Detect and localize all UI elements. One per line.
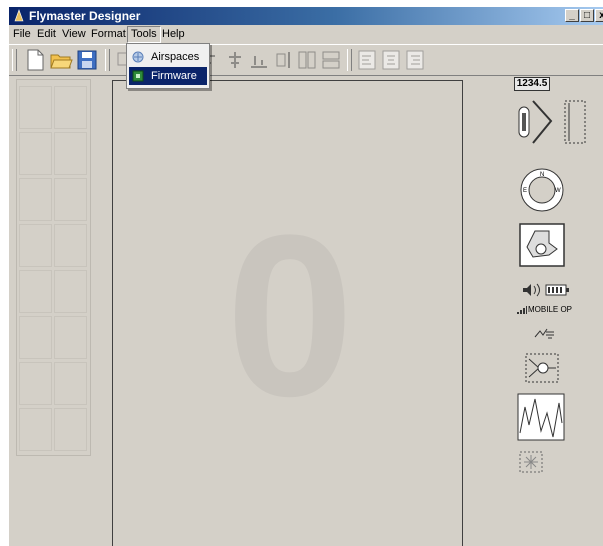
page-tile[interactable]	[19, 408, 52, 451]
page-tile[interactable]	[54, 224, 87, 267]
wind-direction-widget-icon[interactable]	[519, 223, 565, 267]
page-tile[interactable]	[54, 316, 87, 359]
align-center-icon[interactable]	[223, 48, 247, 72]
canvas-digit: 0	[226, 187, 354, 444]
maximize-button[interactable]: □	[580, 9, 594, 22]
title-bar: Flymaster Designer _ □ x	[9, 7, 603, 25]
compass-widget-icon[interactable]: N E W	[519, 167, 565, 213]
text-left-icon[interactable]	[355, 48, 379, 72]
text-right-icon[interactable]	[403, 48, 427, 72]
page-tile[interactable]	[19, 86, 52, 129]
window-title: Flymaster Designer	[29, 9, 141, 23]
page-tile[interactable]	[54, 408, 87, 451]
app-window: Flymaster Designer _ □ x File Edit View …	[9, 7, 603, 546]
rows-icon[interactable]	[319, 48, 343, 72]
text-center-icon[interactable]	[379, 48, 403, 72]
menu-bar: File Edit View Format Tools Help	[9, 25, 603, 44]
signal-operator-label: MOBILE OP	[528, 305, 573, 314]
page-thumbnails-panel	[16, 79, 91, 456]
save-icon[interactable]	[75, 48, 99, 72]
page-tile[interactable]	[54, 178, 87, 221]
menu-view[interactable]: View	[60, 27, 88, 42]
altitude-graph-widget-icon[interactable]	[517, 393, 565, 441]
menu-item-airspaces-label: Airspaces	[151, 51, 200, 63]
widget-palette: 1234.5 N E W MOBILE OP	[509, 75, 603, 475]
waypoint-widget-icon[interactable]	[525, 353, 559, 383]
page-tile[interactable]	[54, 362, 87, 405]
page-tile[interactable]	[54, 86, 87, 129]
app-logo-icon	[14, 9, 24, 22]
page-tile[interactable]	[19, 316, 52, 359]
audio-battery-widget-icon[interactable]	[521, 283, 571, 297]
signal-bars-icon	[517, 306, 527, 314]
close-button[interactable]: x	[595, 9, 603, 22]
tools-dropdown-menu: Airspaces Firmware	[126, 43, 210, 89]
page-tile[interactable]	[19, 270, 52, 313]
align-right-icon[interactable]	[271, 48, 295, 72]
menu-edit[interactable]: Edit	[35, 27, 58, 42]
page-tile[interactable]	[19, 132, 52, 175]
toolbar-grip-2[interactable]	[105, 49, 110, 71]
design-canvas[interactable]: 0	[112, 80, 463, 546]
thermal-widget-icon[interactable]	[533, 327, 555, 341]
menu-file[interactable]: File	[11, 27, 33, 42]
page-tile[interactable]	[54, 270, 87, 313]
page-tile[interactable]	[19, 362, 52, 405]
minimize-button[interactable]: _	[565, 9, 579, 22]
sun-marker-widget-icon[interactable]	[519, 451, 543, 473]
signal-widget[interactable]: MOBILE OP	[517, 305, 587, 315]
toolbar-grip[interactable]	[12, 49, 17, 71]
svg-text:E: E	[523, 188, 527, 194]
menu-item-airspaces[interactable]: Airspaces	[129, 48, 207, 66]
page-tile[interactable]	[19, 178, 52, 221]
menu-item-firmware[interactable]: Firmware	[129, 67, 207, 85]
chip-icon	[132, 70, 144, 82]
numeric-field-widget[interactable]: 1234.5	[514, 77, 550, 91]
new-file-icon[interactable]	[23, 48, 47, 72]
menu-help[interactable]: Help	[160, 27, 187, 42]
columns-icon[interactable]	[295, 48, 319, 72]
align-bottom-icon[interactable]	[247, 48, 271, 72]
menu-item-firmware-label: Firmware	[151, 70, 197, 82]
page-tile[interactable]	[19, 224, 52, 267]
vario-bar-widget-icon[interactable]	[515, 99, 587, 145]
open-folder-icon[interactable]	[49, 48, 73, 72]
menu-tools[interactable]: Tools	[127, 26, 161, 43]
svg-text:W: W	[555, 188, 561, 194]
airspace-icon	[132, 51, 144, 63]
svg-text:N: N	[540, 172, 544, 178]
toolbar	[9, 44, 603, 76]
page-tile[interactable]	[54, 132, 87, 175]
toolbar-grip-3[interactable]	[347, 49, 352, 71]
menu-format[interactable]: Format	[89, 27, 128, 42]
